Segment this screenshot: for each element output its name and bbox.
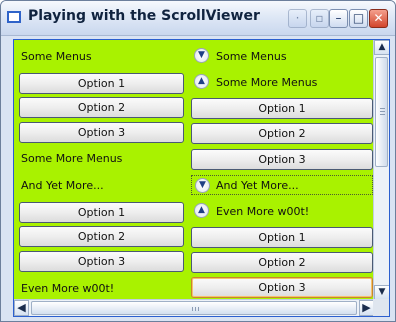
left-option-2b-button[interactable]: Option 2 bbox=[19, 226, 184, 247]
grip-line bbox=[380, 108, 385, 109]
left-header-some-menus: Some Menus bbox=[21, 50, 92, 63]
grip-line bbox=[380, 114, 385, 115]
right-option-2b-button[interactable]: Option 2 bbox=[191, 252, 373, 273]
expander-some-menus[interactable]: ▼ Some Menus bbox=[191, 46, 371, 66]
expander-and-yet-more[interactable]: ▼ And Yet More... bbox=[191, 175, 373, 195]
window-icon bbox=[7, 11, 21, 23]
left-option-3b-button[interactable]: Option 3 bbox=[19, 251, 184, 272]
left-option-3-button[interactable]: Option 3 bbox=[19, 122, 184, 143]
expander-some-menus-label: Some Menus bbox=[216, 50, 287, 63]
chevron-left-icon: ◀ bbox=[17, 301, 26, 314]
vertical-scrollbar[interactable]: ▲ ▼ bbox=[373, 40, 389, 300]
application-window: Playing with the ScrollViewer · ▫ – □ ✕ … bbox=[0, 0, 396, 322]
help-button[interactable]: · bbox=[288, 9, 307, 28]
grip-line bbox=[192, 307, 193, 311]
scroll-viewport: Some Menus Option 1 Option 2 Option 3 So… bbox=[14, 40, 374, 300]
close-button[interactable]: ✕ bbox=[369, 9, 388, 28]
horizontal-scroll-thumb[interactable] bbox=[31, 301, 357, 315]
expander-some-more-menus-label: Some More Menus bbox=[216, 76, 318, 89]
vertical-scroll-thumb[interactable] bbox=[375, 57, 388, 167]
expander-even-more[interactable]: ▲ Even More w00t! bbox=[191, 201, 371, 221]
grip-line bbox=[195, 307, 196, 311]
scroll-viewer[interactable]: Some Menus Option 1 Option 2 Option 3 So… bbox=[13, 39, 390, 317]
horizontal-scrollbar[interactable]: ◀ ▶ bbox=[14, 299, 374, 316]
grip-line bbox=[198, 307, 199, 311]
extra-button[interactable]: ▫ bbox=[310, 9, 329, 28]
left-option-1b-button[interactable]: Option 1 bbox=[19, 202, 184, 223]
chevron-up-icon: ▲ bbox=[194, 203, 209, 218]
maximize-button[interactable]: □ bbox=[349, 9, 368, 28]
help-icon: · bbox=[295, 11, 300, 25]
chevron-right-icon: ▶ bbox=[362, 301, 371, 314]
expander-even-more-label: Even More w00t! bbox=[216, 205, 310, 218]
right-option-3b-button[interactable]: Option 3 bbox=[191, 277, 373, 298]
chevron-down-icon: ▼ bbox=[378, 287, 386, 297]
chevron-up-icon: ▲ bbox=[378, 42, 386, 52]
scroll-left-button[interactable]: ◀ bbox=[14, 300, 29, 316]
right-option-1b-button[interactable]: Option 1 bbox=[191, 227, 373, 248]
chevron-down-icon: ▼ bbox=[194, 48, 209, 63]
scroll-down-button[interactable]: ▼ bbox=[374, 285, 389, 300]
left-option-1-button[interactable]: Option 1 bbox=[19, 73, 184, 94]
left-header-even-more: Even More w00t! bbox=[21, 282, 115, 295]
right-option-2-button[interactable]: Option 2 bbox=[191, 123, 373, 144]
scroll-up-button[interactable]: ▲ bbox=[374, 40, 389, 55]
minimize-button[interactable]: – bbox=[329, 9, 348, 28]
maximize-icon: □ bbox=[352, 11, 365, 25]
title-bar[interactable]: Playing with the ScrollViewer · ▫ – □ ✕ bbox=[1, 1, 395, 36]
left-header-and-yet-more: And Yet More... bbox=[21, 179, 104, 192]
scrollbar-corner bbox=[373, 299, 389, 316]
minimize-icon: – bbox=[335, 11, 342, 25]
chevron-down-icon: ▼ bbox=[195, 178, 210, 193]
window-title: Playing with the ScrollViewer bbox=[28, 8, 260, 24]
right-option-3-button[interactable]: Option 3 bbox=[191, 149, 373, 170]
left-header-some-more-menus: Some More Menus bbox=[21, 152, 123, 165]
right-option-1-button[interactable]: Option 1 bbox=[191, 98, 373, 119]
settings-icon: ▫ bbox=[315, 11, 324, 25]
scroll-right-button[interactable]: ▶ bbox=[359, 300, 374, 316]
expander-and-yet-more-label: And Yet More... bbox=[216, 179, 299, 192]
close-icon: ✕ bbox=[373, 11, 384, 25]
expander-some-more-menus[interactable]: ▲ Some More Menus bbox=[191, 72, 371, 92]
grip-line bbox=[380, 111, 385, 112]
left-option-2-button[interactable]: Option 2 bbox=[19, 97, 184, 118]
chevron-up-icon: ▲ bbox=[194, 74, 209, 89]
